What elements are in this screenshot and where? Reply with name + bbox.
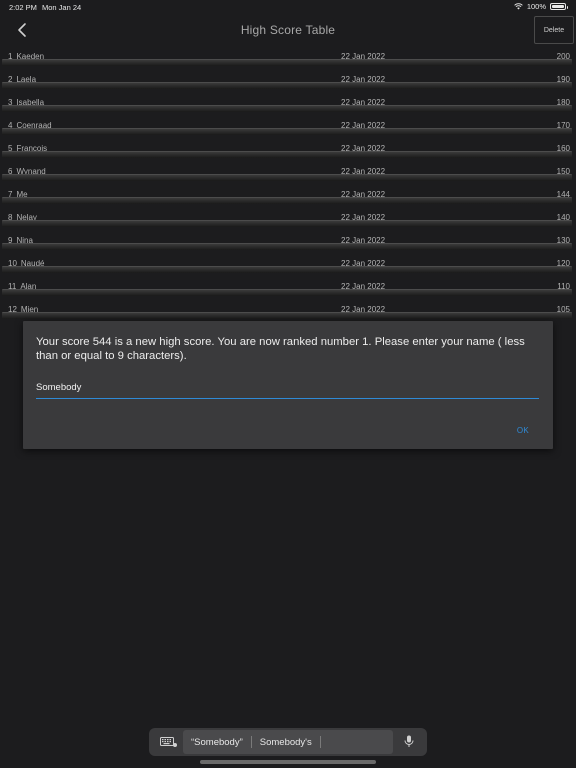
- table-row: 9 Nina 22 Jan 2022 130: [0, 230, 576, 253]
- row-rank: 12: [8, 305, 17, 314]
- row-score: 130: [556, 236, 570, 245]
- status-date: Mon Jan 24: [42, 3, 82, 12]
- dialog-message: Your score 544 is a new high score. You …: [36, 336, 525, 362]
- row-score: 160: [556, 144, 570, 153]
- row-name-cell: 9 Nina: [8, 236, 33, 245]
- table-row: 5 Francois 22 Jan 2022 160: [0, 138, 576, 161]
- row-player-name: Mien: [20, 305, 39, 314]
- row-date: 22 Jan 2022: [341, 144, 386, 153]
- score-table: 1 Kaeden 22 Jan 2022 200 2 Laela 22 Jan 2022 19…: [0, 46, 576, 322]
- row-player-name: Laela: [16, 75, 37, 84]
- name-input[interactable]: [36, 377, 539, 399]
- row-player-name: Me: [16, 190, 28, 199]
- battery-icon: [550, 3, 568, 10]
- table-row: 10 Naudé 22 Jan 2022 120: [0, 253, 576, 276]
- row-name-cell: 8 Nelay: [8, 213, 37, 222]
- row-score: 180: [556, 98, 570, 107]
- row-name-cell: 1 Kaeden: [8, 52, 44, 61]
- suggestion-divider: [319, 736, 321, 748]
- row-player-name: Wynand: [16, 167, 46, 176]
- row-rank: 3: [8, 98, 13, 107]
- ok-button[interactable]: OK: [517, 426, 529, 435]
- row-rank: 7: [8, 190, 13, 199]
- row-player-name: Nina: [16, 236, 33, 245]
- row-player-name: Coenraad: [16, 121, 52, 130]
- microphone-icon[interactable]: [404, 735, 414, 748]
- row-score: 120: [556, 259, 570, 268]
- predictive-text-bar: “Somebody” Somebody's: [149, 728, 427, 756]
- row-player-name: Isabella: [16, 98, 45, 107]
- row-rank: 11: [8, 282, 17, 291]
- table-row: 4 Coenraad 22 Jan 2022 170: [0, 115, 576, 138]
- row-name-cell: 6 Wynand: [8, 167, 46, 176]
- row-name-cell: 7 Me: [8, 190, 28, 199]
- row-date: 22 Jan 2022: [341, 167, 386, 176]
- row-name-cell: 5 Francois: [8, 144, 47, 153]
- row-name-cell: 10 Naudé: [8, 259, 44, 268]
- row-date: 22 Jan 2022: [341, 190, 386, 199]
- row-score: 170: [556, 121, 570, 130]
- status-bar: 2:02 PM Mon Jan 24 100%: [0, 0, 576, 14]
- row-rank: 6: [8, 167, 13, 176]
- row-name-cell: 3 Isabella: [8, 98, 44, 107]
- new-high-score-dialog: Your score 544 is a new high score. You …: [23, 321, 553, 449]
- table-row: 12 Mien 22 Jan 2022 105: [0, 299, 576, 322]
- delete-button[interactable]: Delete: [534, 16, 574, 44]
- row-player-name: Nelay: [16, 213, 37, 222]
- row-score: 144: [556, 190, 570, 199]
- row-rank: 8: [8, 213, 13, 222]
- row-rank: 9: [8, 236, 13, 245]
- row-date: 22 Jan 2022: [341, 75, 386, 84]
- row-name-cell: 2 Laela: [8, 75, 36, 84]
- row-rank: 4: [8, 121, 13, 130]
- page-title: High Score Table: [240, 23, 336, 37]
- row-score: 140: [556, 213, 570, 222]
- home-indicator[interactable]: [200, 760, 376, 764]
- row-date: 22 Jan 2022: [341, 282, 386, 291]
- status-right: 100%: [514, 2, 568, 11]
- row-score: 200: [556, 52, 570, 61]
- table-row: 8 Nelay 22 Jan 2022 140: [0, 207, 576, 230]
- row-name-cell: 4 Coenraad: [8, 121, 52, 130]
- battery-percent: 100%: [526, 2, 546, 11]
- wifi-icon: [514, 3, 523, 10]
- row-name-cell: 11 Alan: [8, 282, 36, 291]
- row-date: 22 Jan 2022: [341, 98, 386, 107]
- row-date: 22 Jan 2022: [341, 52, 386, 61]
- table-row: 1 Kaeden 22 Jan 2022 200: [0, 46, 576, 69]
- suggestion-possessive[interactable]: Somebody's: [252, 737, 320, 748]
- row-player-name: Kaeden: [16, 52, 45, 61]
- table-row: 7 Me 22 Jan 2022 144: [0, 184, 576, 207]
- row-rank: 10: [8, 259, 17, 268]
- row-name-cell: 12 Mien: [8, 305, 38, 314]
- table-row: 3 Isabella 22 Jan 2022 180: [0, 92, 576, 115]
- row-rank: 1: [8, 52, 13, 61]
- navigation-bar: High Score Table Delete: [0, 14, 576, 46]
- row-date: 22 Jan 2022: [341, 259, 386, 268]
- row-score: 105: [556, 305, 570, 314]
- row-score: 190: [556, 75, 570, 84]
- row-rank: 2: [8, 75, 13, 84]
- table-row: 6 Wynand 22 Jan 2022 150: [0, 161, 576, 184]
- row-date: 22 Jan 2022: [341, 236, 386, 245]
- row-score: 150: [556, 167, 570, 176]
- row-player-name: Alan: [20, 282, 37, 291]
- row-date: 22 Jan 2022: [341, 305, 386, 314]
- row-rank: 5: [8, 144, 13, 153]
- row-score: 110: [557, 282, 570, 291]
- status-time: 2:02 PM: [9, 3, 37, 12]
- keyboard-icon[interactable]: [160, 737, 177, 747]
- row-date: 22 Jan 2022: [341, 121, 386, 130]
- row-player-name: Francois: [16, 144, 48, 153]
- row-date: 22 Jan 2022: [341, 213, 386, 222]
- suggestion-strip: “Somebody” Somebody's: [183, 730, 393, 754]
- table-row: 2 Laela 22 Jan 2022 190: [0, 69, 576, 92]
- table-row: 11 Alan 22 Jan 2022 110: [0, 276, 576, 299]
- suggestion-quoted[interactable]: “Somebody”: [183, 737, 251, 748]
- row-player-name: Naudé: [20, 259, 45, 268]
